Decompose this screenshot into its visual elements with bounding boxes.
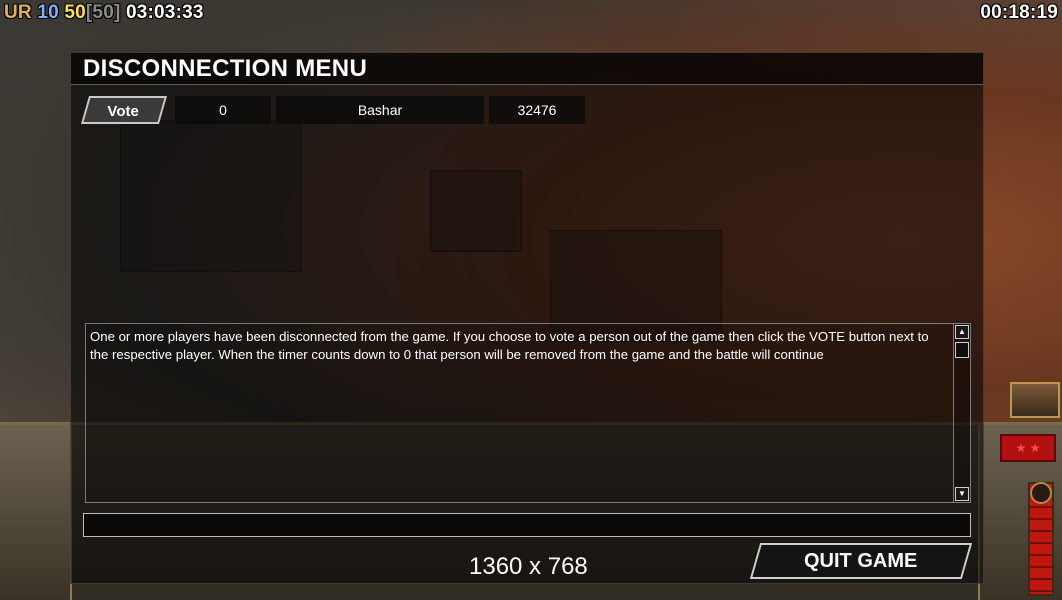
resolution-label: 1360 x 768 <box>469 553 588 580</box>
player-timer: 32476 <box>489 96 585 124</box>
faction-label: UR <box>4 2 32 23</box>
hud-clock: 03:03:33 <box>125 2 204 23</box>
hud-timer: 00:18:19 <box>980 2 1058 23</box>
vote-button[interactable]: Vote <box>80 96 168 124</box>
message-text: One or more players have been disconnect… <box>90 329 929 362</box>
dialog-title: DISCONNECTION MENU <box>71 53 983 85</box>
unit-portrait[interactable] <box>1010 382 1060 418</box>
message-scrollbar[interactable]: ▲ ▼ <box>953 324 970 502</box>
game-left-frame <box>0 425 72 600</box>
vote-count: 0 <box>175 96 271 124</box>
chat-input[interactable] <box>83 513 971 537</box>
gauge-cap-icon <box>1030 482 1052 504</box>
scroll-down-icon[interactable]: ▼ <box>955 487 969 501</box>
top-hud: UR 10 50[50] 03:03:33 00:18:19 <box>0 0 1062 28</box>
disconnection-dialog: DISCONNECTION MENU Vote 0 Bashar 32476 O… <box>70 52 984 584</box>
hud-stats: UR 10 50[50] 03:03:33 <box>4 2 204 24</box>
vote-button-label: Vote <box>107 103 140 120</box>
hud-count-c: [50] <box>85 2 121 23</box>
quit-game-label: QUIT GAME <box>804 550 918 572</box>
star-icon[interactable]: ★ ★ <box>1000 434 1056 462</box>
player-name: Bashar <box>276 96 484 124</box>
quit-game-button[interactable]: QUIT GAME <box>749 543 973 579</box>
scroll-thumb[interactable] <box>955 342 969 358</box>
scroll-up-icon[interactable]: ▲ <box>955 325 969 339</box>
hud-count-b: 50 <box>64 2 86 23</box>
message-box: One or more players have been disconnect… <box>85 323 971 503</box>
hud-count-a: 10 <box>37 2 59 23</box>
